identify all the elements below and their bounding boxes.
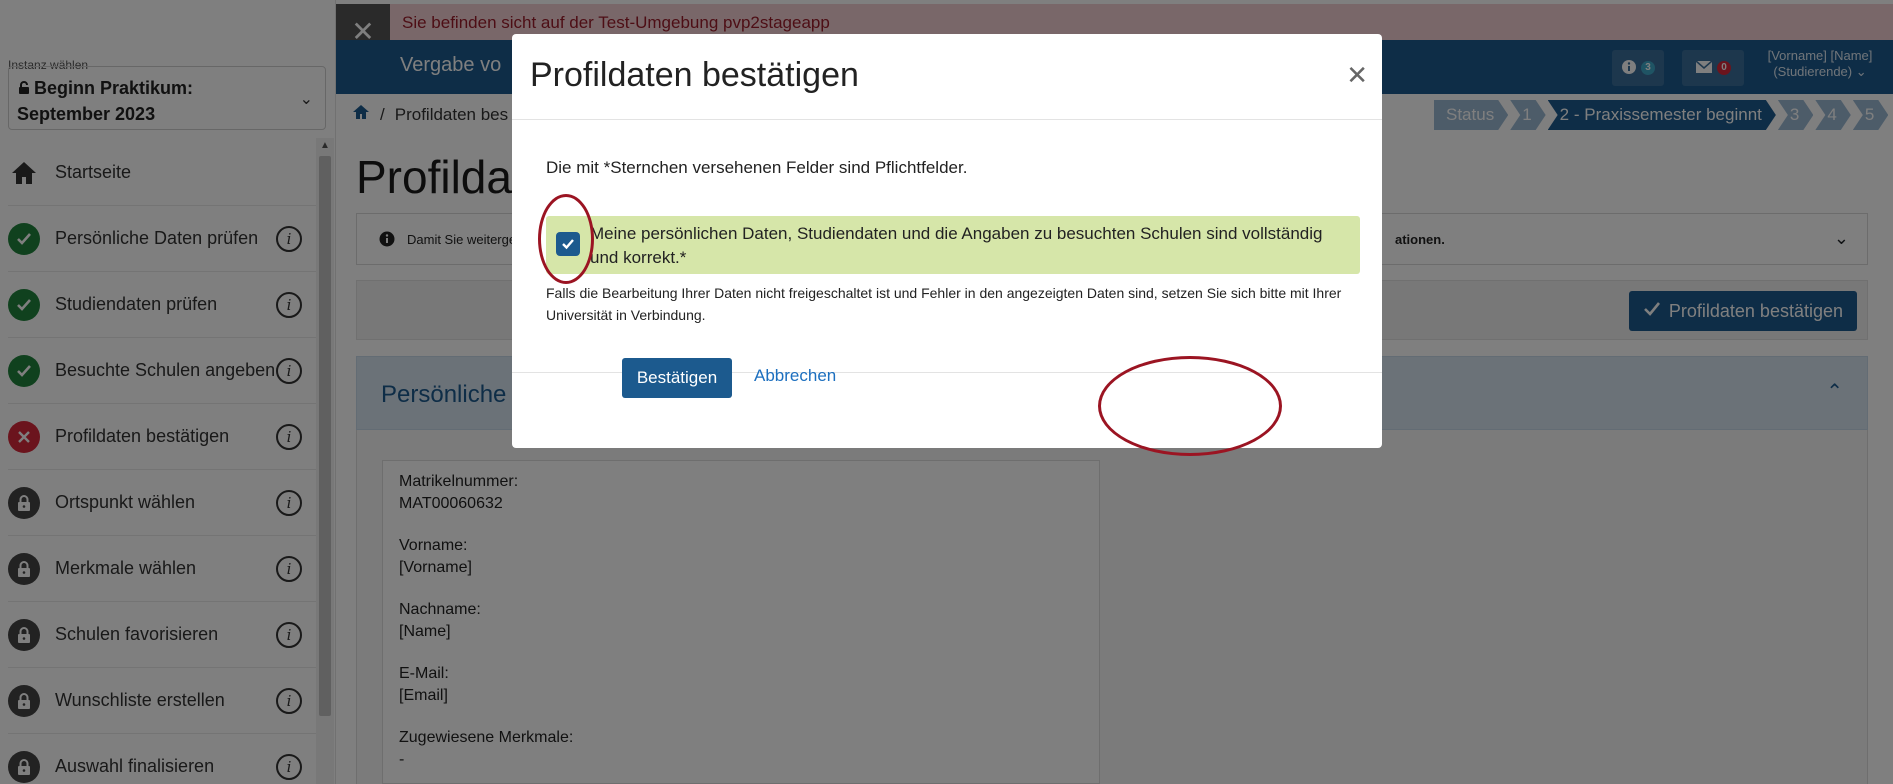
modal-hint: Falls die Bearbeitung Ihrer Daten nicht … <box>546 285 1342 323</box>
required-fields-note: Die mit *Sternchen versehenen Felder sin… <box>546 158 968 177</box>
consent-checkbox[interactable] <box>556 232 580 256</box>
modal-header: Profildaten bestätigen ✕ <box>512 34 1382 120</box>
confirm-button[interactable]: Bestätigen <box>622 358 732 398</box>
consent-box: Meine persönlichen Daten, Studiendaten u… <box>546 216 1360 274</box>
modal-title: Profildaten bestätigen <box>530 56 859 94</box>
checkmark-icon <box>562 239 574 250</box>
consent-label[interactable]: Meine persönlichen Daten, Studiendaten u… <box>590 222 1350 270</box>
cancel-link[interactable]: Abbrechen <box>754 366 836 386</box>
close-icon[interactable]: ✕ <box>1346 62 1368 88</box>
